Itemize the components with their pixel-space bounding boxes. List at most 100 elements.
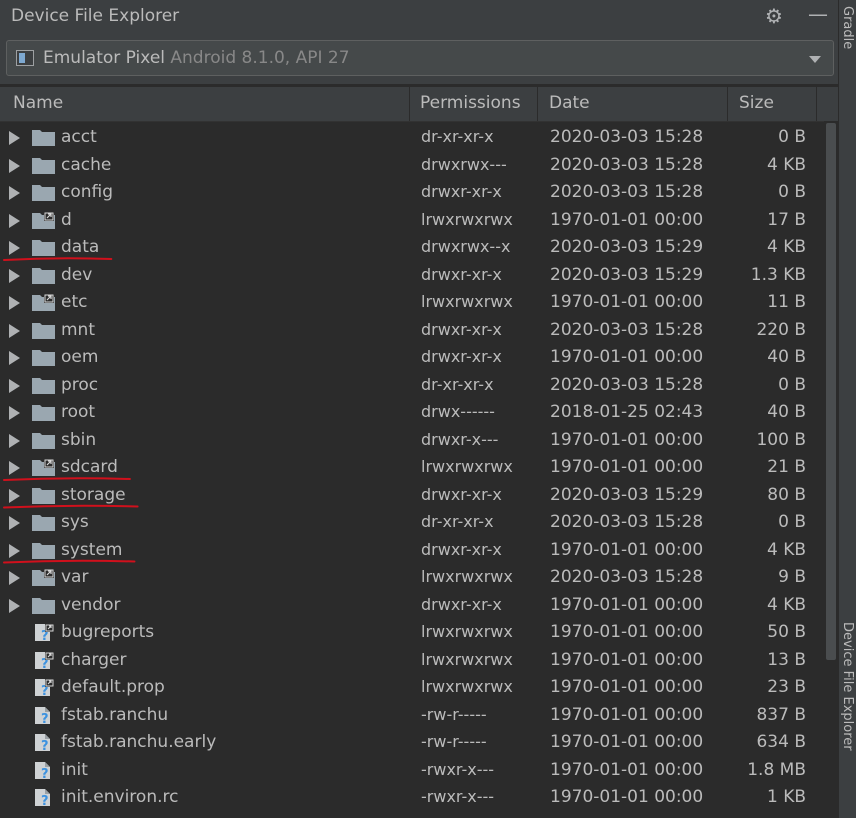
minimize-icon[interactable]: — (808, 2, 828, 26)
file-name: root (61, 402, 96, 422)
expand-arrow-icon[interactable] (9, 131, 20, 145)
file-permissions: lrwxrwxrwx (421, 209, 513, 229)
file-permissions: drwx------ (421, 402, 495, 421)
column-header-date[interactable]: Date (549, 93, 590, 113)
table-row[interactable]: acct dr-xr-xr-x 2020-03-03 15:28 0 B (0, 124, 824, 152)
file-permissions: lrwxrwxrwx (421, 457, 513, 476)
vertical-scrollbar[interactable] (824, 121, 838, 818)
file-permissions: drwxr-xr-x (421, 319, 502, 339)
right-tool-strip: Gradle Device File Explorer (838, 0, 856, 818)
file-size: 4 KB (766, 539, 806, 560)
table-row[interactable]: var lrwxrwxrwx 2020-03-03 15:28 9 B (0, 564, 824, 592)
expand-arrow-icon[interactable] (9, 406, 20, 420)
file-name: default.prop (61, 677, 165, 697)
file-name: cache (61, 154, 112, 175)
table-row[interactable]: ? init.environ.rc -rwxr-x--- 1970-01-01 00:… (0, 784, 824, 812)
gear-icon[interactable]: ⚙ (765, 4, 783, 28)
file-size: 40 B (767, 402, 806, 422)
table-row[interactable]: dev drwxr-xr-x 2020-03-03 15:29 1.3 KB (0, 262, 824, 290)
folder-link-icon (32, 569, 55, 586)
file-name: sys (61, 512, 89, 532)
table-row[interactable]: sys dr-xr-xr-x 2020-03-03 15:28 0 B (0, 509, 824, 537)
table-row[interactable]: vendor drwxr-xr-x 1970-01-01 00:00 4 KB (0, 592, 824, 620)
table-row[interactable]: data drwxrwx--x 2020-03-03 15:29 4 KB (0, 234, 824, 262)
file-date: 1970-01-01 00:00 (550, 787, 704, 807)
table-row[interactable]: ? init -rwxr-x--- 1970-01-01 00:00 1.8 MB (0, 757, 824, 785)
table-row[interactable]: etc lrwxrwxrwx 1970-01-01 00:00 11 B (0, 289, 824, 317)
table-row[interactable]: ? fstab.ranchu.early -rw-r----- 1970-01-01 … (0, 729, 824, 757)
table-row[interactable]: config drwxr-xr-x 2020-03-03 15:28 0 B (0, 179, 824, 207)
expand-arrow-icon[interactable] (9, 433, 20, 448)
expand-arrow-icon[interactable] (9, 241, 20, 255)
file-permissions: drwxr-xr-x (421, 347, 502, 366)
file-date: 1970-01-01 00:00 (550, 677, 704, 697)
file-date: 1970-01-01 00:00 (550, 704, 704, 725)
file-date: 1970-01-01 00:00 (550, 457, 704, 477)
expand-arrow-icon[interactable] (9, 488, 20, 503)
file-permissions: -rw-r----- (421, 704, 487, 724)
file-permissions: dr-xr-xr-x (421, 127, 494, 146)
file-name: fstab.ranchu (61, 704, 169, 725)
expand-arrow-icon[interactable] (9, 378, 20, 393)
expand-arrow-icon[interactable] (9, 158, 20, 173)
expand-arrow-icon[interactable] (9, 351, 20, 365)
device-dropdown[interactable]: Emulator Pixel Android 8.1.0, API 27 (6, 40, 834, 76)
file-date: 1970-01-01 00:00 (550, 347, 704, 367)
table-row[interactable]: d lrwxrwxrwx 1970-01-01 00:00 17 B (0, 207, 824, 235)
table-row[interactable]: sdcard lrwxrwxrwx 1970-01-01 00:00 21 B (0, 454, 824, 482)
file-size: 23 B (767, 677, 806, 697)
folder-icon (32, 185, 55, 201)
table-row[interactable]: storage drwxr-xr-x 2020-03-03 15:29 80 B (0, 482, 824, 510)
file-size: 1.3 KB (750, 264, 806, 285)
expand-arrow-icon[interactable] (9, 186, 20, 200)
column-divider[interactable] (409, 87, 410, 121)
column-header-permissions[interactable]: Permissions (420, 93, 521, 113)
table-row[interactable]: ? fstab.ranchu -rw-r----- 1970-01-01 00:00 8… (0, 702, 824, 730)
file-name: fstab.ranchu.early (61, 732, 217, 752)
file-name: oem (61, 347, 99, 367)
device-file-explorer-panel: Device File Explorer ⚙ — Emulator Pixel … (0, 0, 838, 818)
file-date: 2020-03-03 15:29 (550, 484, 704, 505)
table-row[interactable]: mnt drwxr-xr-x 2020-03-03 15:28 220 B (0, 317, 824, 345)
table-row[interactable]: ? default.prop lrwxrwxrwx 1970-01-01 00:00 2… (0, 674, 824, 702)
column-divider[interactable] (537, 87, 538, 121)
expand-arrow-icon[interactable] (9, 461, 20, 475)
table-row[interactable]: cache drwxrwx--- 2020-03-03 15:28 4 KB (0, 152, 824, 180)
scrollbar-thumb[interactable] (826, 123, 836, 660)
table-row[interactable]: ? bugreports lrwxrwxrwx 1970-01-01 00:00 50 … (0, 619, 824, 647)
folder-icon (32, 322, 55, 339)
expand-arrow-icon[interactable] (9, 543, 20, 558)
tool-window-title: Device File Explorer (11, 6, 180, 26)
table-row[interactable]: system drwxr-xr-x 1970-01-01 00:00 4 KB (0, 537, 824, 565)
column-header-size[interactable]: Size (739, 93, 774, 113)
folder-icon (32, 130, 55, 146)
expand-arrow-icon[interactable] (9, 268, 20, 283)
expand-arrow-icon[interactable] (9, 296, 20, 310)
side-tab-gradle[interactable]: Gradle (840, 6, 855, 49)
column-divider (816, 87, 817, 121)
table-row[interactable]: ? charger lrwxrwxrwx 1970-01-01 00:00 13 B (0, 647, 824, 675)
expand-arrow-icon[interactable] (9, 571, 20, 585)
file-name: sdcard (61, 457, 118, 477)
file-name: storage (61, 484, 126, 505)
svg-text:?: ? (41, 739, 49, 751)
expand-arrow-icon[interactable] (9, 213, 20, 228)
file-size: 1 KB (766, 787, 806, 807)
expand-arrow-icon[interactable] (9, 323, 20, 338)
file-size: 4 KB (766, 237, 806, 257)
side-tab-device-file-explorer[interactable]: Device File Explorer (840, 622, 855, 751)
table-row[interactable]: oem drwxr-xr-x 1970-01-01 00:00 40 B (0, 344, 824, 372)
folder-icon (32, 405, 55, 421)
folder-icon (32, 432, 55, 449)
table-row[interactable]: root drwx------ 2018-01-25 02:43 40 B (0, 399, 824, 427)
table-row[interactable]: proc dr-xr-xr-x 2020-03-03 15:28 0 B (0, 372, 824, 400)
unknown-file-icon: ? (35, 761, 50, 779)
expand-arrow-icon[interactable] (9, 598, 20, 613)
device-bar: Emulator Pixel Android 8.1.0, API 27 (0, 34, 838, 84)
column-header-name[interactable]: Name (13, 93, 63, 113)
folder-icon (32, 515, 55, 531)
table-row[interactable]: sbin drwxr-x--- 1970-01-01 00:00 100 B (0, 427, 824, 455)
expand-arrow-icon[interactable] (9, 516, 20, 530)
column-divider[interactable] (727, 87, 728, 121)
unknown-file-link-icon: ? (35, 651, 54, 669)
